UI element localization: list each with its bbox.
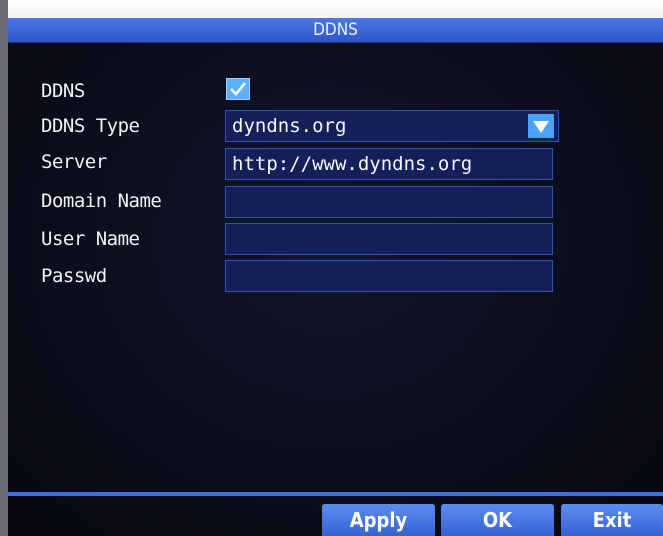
passwd-field[interactable]	[225, 260, 553, 292]
ddns-type-label: DDNS Type	[41, 115, 140, 137]
bottom-divider	[8, 492, 663, 496]
ok-button[interactable]: OK	[441, 504, 554, 536]
domain-name-label: Domain Name	[41, 190, 162, 212]
dropdown-button[interactable]	[528, 114, 554, 138]
ddns-label: DDNS	[41, 80, 85, 102]
server-field[interactable]: http://www.dyndns.org	[225, 148, 553, 180]
ddns-type-select[interactable]: dyndns.org	[225, 110, 559, 142]
ddns-type-value: dyndns.org	[232, 115, 347, 137]
user-name-label: User Name	[41, 228, 140, 250]
user-name-field[interactable]	[225, 223, 553, 255]
check-icon	[230, 82, 246, 96]
passwd-label: Passwd	[41, 265, 107, 287]
server-value: http://www.dyndns.org	[232, 153, 473, 175]
ddns-enable-checkbox[interactable]	[226, 78, 250, 100]
triangle-down-icon	[533, 121, 549, 133]
dvr-screen: DDNS DDNS DDNS Type Server Domain Name U…	[0, 0, 663, 536]
server-label: Server	[41, 151, 107, 173]
bezel-left	[0, 0, 8, 536]
apply-button[interactable]: Apply	[322, 504, 435, 536]
domain-name-field[interactable]	[225, 186, 553, 218]
exit-button[interactable]: Exit	[561, 504, 663, 536]
window-title: DDNS	[8, 18, 663, 43]
bezel-top	[0, 0, 663, 18]
